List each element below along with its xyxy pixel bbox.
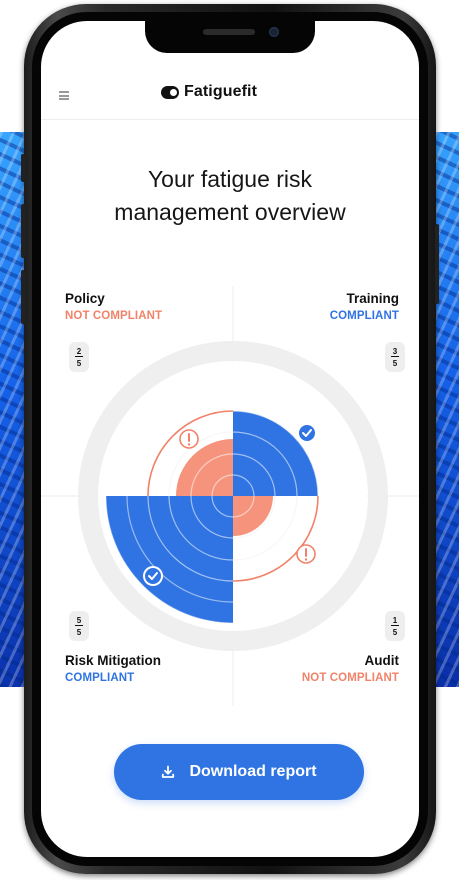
risk-mitigation-label: Risk Mitigation xyxy=(65,653,162,668)
phone-notch xyxy=(145,21,315,53)
audit-target-arc xyxy=(232,495,319,582)
download-icon xyxy=(162,765,175,778)
page-title-line-1: Your fatigue risk xyxy=(147,166,313,192)
risk-mitigation-status: COMPLIANT xyxy=(65,672,135,684)
training-score-value: 3 xyxy=(392,347,398,356)
app-screen: Fatiguefit Your fatigue risk management … xyxy=(41,21,419,857)
risk-mitigation-score-total: 5 xyxy=(76,628,82,637)
level-ring-2 xyxy=(190,453,276,539)
download-report-button[interactable]: Download report xyxy=(114,744,364,800)
guide-ring-2 xyxy=(190,453,276,539)
policy-target-arc xyxy=(147,410,234,497)
audit-warning-icon xyxy=(296,544,316,564)
training-score: 3 5 xyxy=(385,342,405,372)
brand-logo: Fatiguefit xyxy=(161,83,257,101)
training-status: COMPLIANT xyxy=(329,310,399,322)
audit-score-value: 1 xyxy=(392,616,398,625)
policy-label: Policy xyxy=(65,291,105,306)
outer-ring xyxy=(78,341,388,651)
level-ring-1 xyxy=(211,474,255,518)
level-ring-4b xyxy=(126,389,340,603)
guide-ring-3 xyxy=(168,431,298,561)
audit-score-total: 5 xyxy=(392,628,398,637)
phone-volume-up-button xyxy=(21,204,25,258)
phone-mute-button xyxy=(21,154,25,182)
front-camera xyxy=(269,27,279,37)
header-divider xyxy=(41,119,419,120)
speaker-grille xyxy=(203,29,255,35)
hamburger-menu-icon[interactable] xyxy=(59,91,69,100)
guide-ring-4 xyxy=(147,410,319,582)
phone-power-button xyxy=(435,224,439,304)
phone-volume-down-button xyxy=(21,270,25,324)
phone-bezel: Fatiguefit Your fatigue risk management … xyxy=(32,12,428,866)
risk-mitigation-score-value: 5 xyxy=(76,616,82,625)
training-label: Training xyxy=(346,291,399,306)
compliance-radar-chart xyxy=(41,286,419,706)
risk-mitigation-wedge xyxy=(106,496,233,623)
policy-warning-icon xyxy=(179,429,199,449)
fatiguefit-logo-icon xyxy=(161,85,179,99)
training-wedge xyxy=(233,411,318,496)
training-check-icon xyxy=(297,423,317,443)
audit-status: NOT COMPLIANT xyxy=(301,672,399,684)
download-report-label: Download report xyxy=(189,763,317,780)
policy-wedge xyxy=(176,439,233,496)
audit-wedge xyxy=(233,496,273,536)
chart-face xyxy=(99,362,367,630)
audit-score: 1 5 xyxy=(385,611,405,641)
page: Fatiguefit Your fatigue risk management … xyxy=(0,0,459,880)
audit-label: Audit xyxy=(364,653,400,668)
level-ring-3 xyxy=(168,431,298,561)
page-title: Your fatigue risk management overview xyxy=(41,163,419,229)
page-title-line-2: management overview xyxy=(114,199,346,225)
policy-score-total: 5 xyxy=(76,359,82,368)
training-score-total: 5 xyxy=(392,359,398,368)
level-ring-5 xyxy=(105,368,361,624)
policy-status: NOT COMPLIANT xyxy=(65,310,163,322)
phone-frame: Fatiguefit Your fatigue risk management … xyxy=(21,4,439,874)
brand-name: Fatiguefit xyxy=(184,83,257,100)
policy-score-value: 2 xyxy=(76,347,82,356)
level-ring-4 xyxy=(147,410,319,582)
risk-mitigation-score: 5 5 xyxy=(69,611,89,641)
risk-mitigation-check-icon xyxy=(143,566,163,586)
policy-score: 2 5 xyxy=(69,342,89,372)
